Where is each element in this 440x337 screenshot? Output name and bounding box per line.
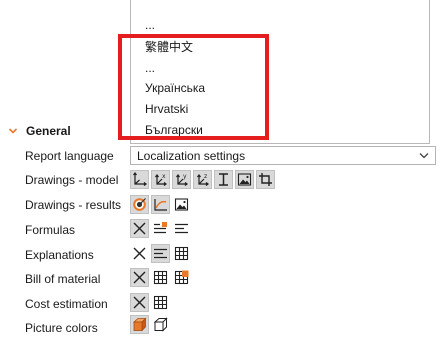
bom-detailed-table-toggle[interactable] <box>172 268 191 287</box>
explanations-none-toggle[interactable] <box>130 244 149 263</box>
table-grid-icon <box>153 270 168 285</box>
picture-icon <box>174 198 189 211</box>
chevron-down-icon <box>419 153 429 159</box>
language-option-bulgarian[interactable]: Български <box>145 123 203 137</box>
bill-of-material-toggles <box>130 268 191 288</box>
language-dropdown-list: ... 繁體中文 ... Українська Hrvatski Българс… <box>130 0 430 144</box>
i-beam-section-icon <box>219 173 228 186</box>
axes-3d-icon <box>133 172 147 186</box>
close-x-icon <box>133 222 146 235</box>
svg-text:z: z <box>204 173 207 180</box>
formulas-full-toggle[interactable] <box>172 219 191 238</box>
table-grid-orange-icon <box>174 270 189 285</box>
explanations-table-toggle[interactable] <box>172 244 191 263</box>
formulas-none-toggle[interactable] <box>130 219 149 238</box>
picture-icon <box>237 173 252 186</box>
model-axes-yz-toggle[interactable]: z <box>193 170 212 189</box>
results-picture-toggle[interactable] <box>172 195 191 214</box>
close-x-icon <box>133 296 146 309</box>
picture-colors-toggles <box>130 315 170 335</box>
text-lines-icon <box>175 223 188 234</box>
results-diagram-toggle[interactable] <box>151 195 170 214</box>
chevron-down-icon <box>8 128 18 134</box>
short-lines-orange-icon <box>154 222 167 234</box>
report-language-combobox[interactable]: Localization settings <box>130 146 436 165</box>
svg-text:x: x <box>162 173 166 180</box>
cost-none-toggle[interactable] <box>130 293 149 312</box>
cost-estimation-toggles <box>130 293 170 313</box>
crop-icon <box>259 173 272 186</box>
report-language-label: Report language <box>25 149 114 163</box>
cube-wireframe-icon <box>153 317 168 332</box>
formulas-toggles <box>130 219 191 239</box>
contour-target-icon <box>133 198 146 211</box>
explanations-text-toggle[interactable] <box>151 244 170 263</box>
axes-xy-icon: x <box>155 173 167 186</box>
cost-table-toggle[interactable] <box>151 293 170 312</box>
formulas-label: Formulas <box>25 223 76 237</box>
drawings-results-toggles <box>130 195 191 215</box>
axes-xz-icon: y <box>176 173 188 186</box>
svg-text:y: y <box>183 173 187 180</box>
cost-estimation-label: Cost estimation <box>25 297 108 311</box>
language-option-traditional-chinese[interactable]: 繁體中文 <box>145 40 193 54</box>
bom-table-toggle[interactable] <box>151 268 170 287</box>
axes-yz-icon: z <box>197 173 209 186</box>
model-crop-toggle[interactable] <box>256 170 275 189</box>
language-option-ellipsis-2[interactable]: ... <box>145 61 155 75</box>
drawings-results-label: Drawings - results <box>25 198 122 212</box>
language-option-ellipsis-1[interactable]: ... <box>145 18 155 32</box>
model-section-toggle[interactable] <box>214 170 233 189</box>
explanations-toggles <box>130 244 191 264</box>
drawings-model-label: Drawings - model <box>25 173 119 187</box>
model-axes-xz-toggle[interactable]: y <box>172 170 191 189</box>
group-title: General <box>26 124 71 138</box>
drawings-model-toggles: x y z <box>130 170 275 190</box>
explanations-label: Explanations <box>25 248 94 262</box>
report-language-value: Localization settings <box>137 148 246 163</box>
table-grid-icon <box>153 295 168 310</box>
close-x-icon <box>133 247 146 260</box>
bill-of-material-label: Bill of material <box>25 272 101 286</box>
general-group-header[interactable]: General <box>8 123 71 139</box>
model-picture-toggle[interactable] <box>235 170 254 189</box>
results-contour-toggle[interactable] <box>130 195 149 214</box>
model-axes-3d-toggle[interactable] <box>130 170 149 189</box>
diagram-curve-icon <box>154 199 167 211</box>
text-lines-icon <box>154 248 167 259</box>
cube-colored-icon <box>132 317 147 332</box>
picture-colors-wireframe-toggle[interactable] <box>151 315 170 334</box>
language-option-ukrainian[interactable]: Українська <box>145 81 205 95</box>
bom-none-toggle[interactable] <box>130 268 149 287</box>
close-x-icon <box>133 271 146 284</box>
picture-colors-color-toggle[interactable] <box>130 315 149 334</box>
picture-colors-label: Picture colors <box>25 321 98 335</box>
formulas-short-toggle[interactable] <box>151 219 170 238</box>
model-axes-xy-toggle[interactable]: x <box>151 170 170 189</box>
language-option-croatian[interactable]: Hrvatski <box>145 102 188 116</box>
table-grid-icon <box>174 246 189 261</box>
